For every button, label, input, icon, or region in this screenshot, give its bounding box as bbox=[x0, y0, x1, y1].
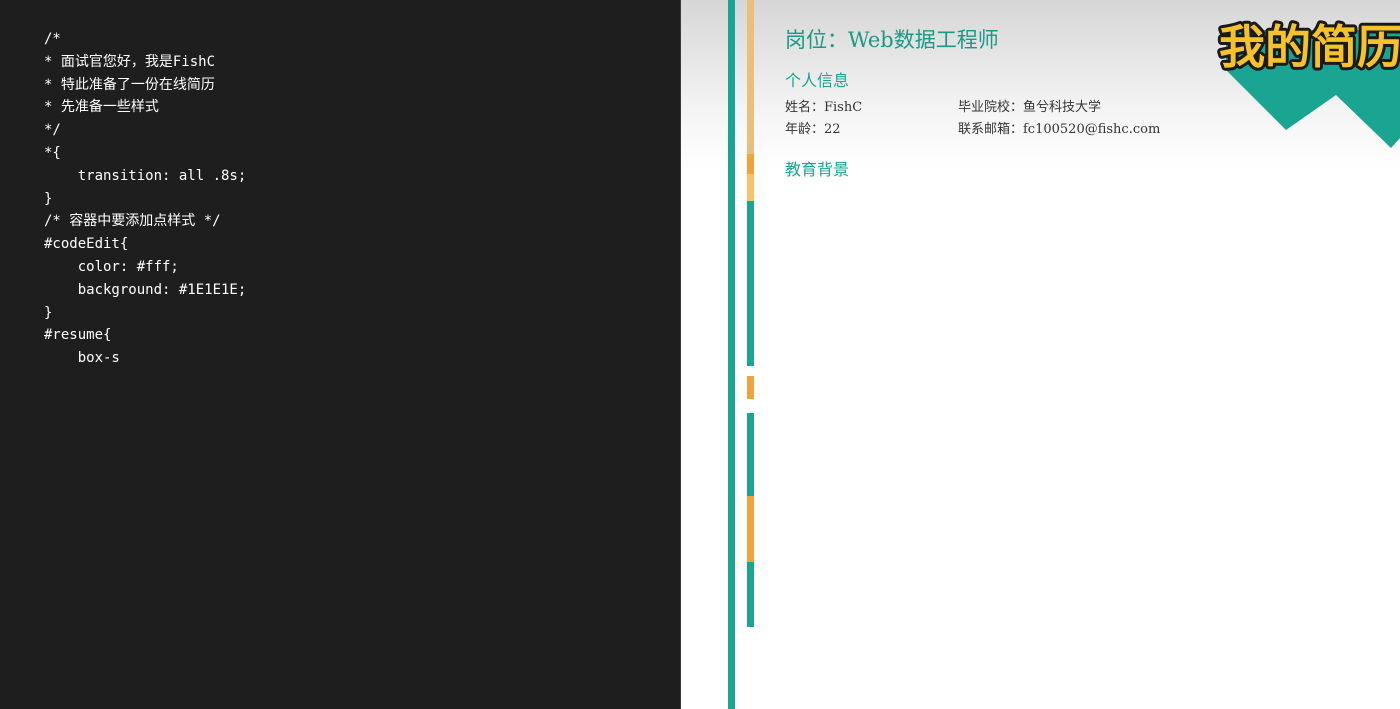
timeline-segment bbox=[747, 201, 754, 366]
code-line: #codeEdit{ bbox=[44, 236, 129, 253]
code-line: * 特此准备了一份在线简历 bbox=[44, 76, 215, 93]
timeline-segment bbox=[747, 154, 754, 174]
resume-timeline-rail bbox=[728, 0, 735, 709]
code-line: * 面试官您好，我是FishC bbox=[44, 53, 216, 70]
timeline-segment bbox=[747, 562, 754, 627]
code-line: } bbox=[44, 190, 53, 207]
code-line: #resume{ bbox=[44, 327, 112, 344]
info-email: 联系邮箱：fc100520@fishc.com bbox=[958, 122, 1161, 137]
badge-text: 我的简历 bbox=[1219, 20, 1400, 74]
resume-panel: 我的简历 岗位：Web数据工程师 个人信息 姓名：FishC 毕业院校：鱼兮科技… bbox=[681, 0, 1400, 709]
job-title: 岗位：Web数据工程师 bbox=[785, 28, 999, 52]
code-line: box-s bbox=[44, 350, 120, 367]
timeline-segment bbox=[747, 413, 754, 496]
code-line: color: #fff; bbox=[44, 258, 179, 275]
timeline-segment bbox=[747, 376, 754, 399]
code-line: } bbox=[44, 304, 53, 321]
info-school: 毕业院校：鱼兮科技大学 bbox=[958, 100, 1102, 115]
resume-corner-badge: 我的简历 bbox=[1216, 17, 1400, 148]
timeline-segment bbox=[747, 174, 754, 201]
code-line: *{ bbox=[44, 144, 61, 161]
code-line: */ bbox=[44, 122, 61, 139]
section-education: 教育背景 bbox=[785, 160, 850, 179]
timeline-segment bbox=[747, 0, 754, 154]
code-line: transition: all .8s; bbox=[44, 167, 247, 184]
code-editor: /* * 面试官您好，我是FishC * 特此准备了一份在线简历 * 先准备一些… bbox=[0, 0, 680, 709]
code-line: * 先准备一些样式 bbox=[44, 99, 159, 116]
info-age: 年龄：22 bbox=[785, 122, 841, 137]
code-line: /* 容器中要添加点样式 */ bbox=[44, 213, 221, 230]
timeline-segment bbox=[747, 496, 754, 562]
info-name: 姓名：FishC bbox=[785, 100, 863, 115]
code-line: /* bbox=[44, 31, 61, 47]
code-line: background: #1E1E1E; bbox=[44, 281, 247, 298]
section-personal-info: 个人信息 bbox=[785, 71, 850, 90]
